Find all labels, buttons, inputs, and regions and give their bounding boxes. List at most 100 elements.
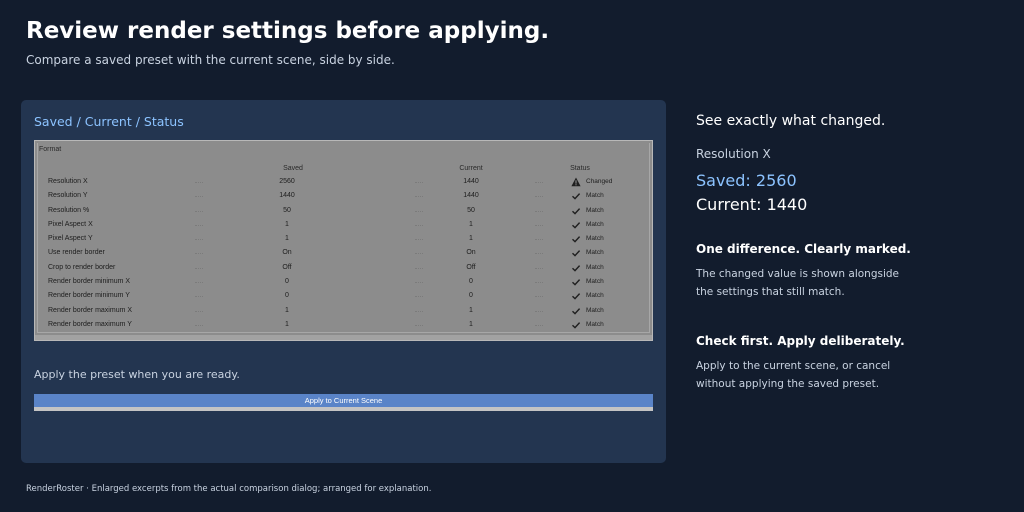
- saved-value: Saved: 2560: [696, 171, 797, 190]
- setting-name: Pixel Aspect X: [48, 220, 93, 228]
- status-cell: Match: [586, 235, 604, 243]
- apply-to-current-scene-button[interactable]: Apply to Current Scene: [34, 394, 653, 407]
- saved-cell: 1440: [279, 192, 295, 200]
- setting-name: Render border maximum Y: [48, 320, 132, 328]
- row-dot-separator: [195, 239, 203, 241]
- current-cell: 1440: [463, 192, 479, 200]
- current-cell: 1: [469, 306, 473, 314]
- settings-row: Render border maximum X 1 1 Match: [35, 305, 652, 319]
- row-dot-separator: [535, 310, 543, 312]
- current-cell: 1: [469, 320, 473, 328]
- row-dot-separator: [415, 267, 423, 269]
- current-cell: Off: [466, 263, 476, 271]
- row-dot-separator: [415, 210, 423, 212]
- group-label: Format: [39, 146, 62, 153]
- page-title: Review render settings before applying.: [26, 18, 550, 44]
- row-dot-separator: [535, 296, 543, 298]
- difference-body: The changed value is shown alongside the…: [696, 268, 899, 298]
- status-cell: Match: [586, 263, 604, 271]
- setting-name: Use render border: [48, 249, 105, 257]
- status-cell: Match: [586, 292, 604, 300]
- row-dot-separator: [535, 253, 543, 255]
- check-icon: [571, 291, 581, 301]
- apply-title: Check first. Apply deliberately.: [696, 334, 905, 348]
- settings-row: Render border minimum X 0 0 Match: [35, 276, 652, 290]
- difference-title: One difference. Clearly marked.: [696, 242, 911, 256]
- status-cell: Match: [586, 206, 604, 214]
- apply-caption: Apply the preset when you are ready.: [34, 368, 240, 381]
- check-icon: [571, 306, 581, 316]
- settings-row: Resolution X 2560 1440 Changed: [35, 176, 652, 190]
- row-dot-separator: [195, 253, 203, 255]
- check-icon: [571, 191, 581, 201]
- settings-row: Render border maximum Y 1 1 Match: [35, 319, 652, 333]
- side-heading: See exactly what changed.: [696, 113, 886, 129]
- saved-cell: Off: [282, 263, 292, 271]
- row-dot-separator: [535, 196, 543, 198]
- row-dot-separator: [535, 324, 543, 326]
- saved-cell: 1: [285, 235, 289, 243]
- comparison-dialog: Format Saved Current Status Resolution X…: [34, 140, 653, 341]
- status-cell: Match: [586, 249, 604, 257]
- saved-cell: 1: [285, 220, 289, 228]
- saved-cell: 2560: [279, 178, 295, 185]
- row-dot-separator: [195, 310, 203, 312]
- row-dot-separator: [415, 296, 423, 298]
- row-dot-separator: [535, 282, 543, 284]
- row-dot-separator: [195, 324, 203, 326]
- column-header-current: Current: [459, 165, 483, 172]
- warning-icon: [571, 177, 581, 187]
- status-cell: Changed: [586, 178, 613, 185]
- status-cell: Match: [586, 192, 604, 200]
- saved-cell: 1: [285, 306, 289, 314]
- column-header-status: Status: [570, 165, 590, 172]
- status-cell: Match: [586, 220, 604, 228]
- setting-name: Pixel Aspect Y: [48, 235, 93, 243]
- row-dot-separator: [535, 239, 543, 241]
- row-dot-separator: [195, 224, 203, 226]
- comparison-panel: Saved / Current / Status Format Saved Cu…: [21, 100, 666, 463]
- check-icon: [571, 277, 581, 287]
- row-dot-separator: [535, 267, 543, 269]
- settings-row: Render border minimum Y 0 0 Match: [35, 290, 652, 304]
- row-dot-separator: [195, 182, 203, 183]
- settings-row: Resolution Y 1440 1440 Match: [35, 190, 652, 204]
- settings-rows: Resolution X 2560 1440 Changed Resolution Y 1…: [35, 176, 652, 333]
- row-dot-separator: [535, 224, 543, 226]
- setting-name: Resolution Y: [48, 192, 88, 200]
- row-dot-separator: [415, 182, 423, 183]
- saved-cell: 50: [283, 206, 291, 214]
- saved-cell: 1: [285, 320, 289, 328]
- setting-name: Resolution %: [48, 206, 90, 214]
- current-cell: 0: [469, 278, 473, 286]
- apply-body: Apply to the current scene, or cancel wi…: [696, 360, 891, 390]
- row-dot-separator: [415, 253, 423, 255]
- setting-name: Crop to render border: [48, 263, 116, 271]
- setting-name: Resolution X: [48, 178, 88, 185]
- row-dot-separator: [415, 224, 423, 226]
- saved-cell: 0: [285, 292, 289, 300]
- panel-heading: Saved / Current / Status: [34, 114, 184, 129]
- row-dot-separator: [535, 210, 543, 212]
- setting-label: Resolution X: [696, 147, 771, 161]
- page-subtitle: Compare a saved preset with the current …: [26, 53, 395, 67]
- current-cell: 0: [469, 292, 473, 300]
- check-icon: [571, 220, 581, 230]
- row-dot-separator: [415, 310, 423, 312]
- current-cell: 1440: [463, 178, 479, 185]
- row-dot-separator: [415, 324, 423, 326]
- row-dot-separator: [535, 182, 543, 183]
- status-cell: Match: [586, 278, 604, 286]
- apply-button-shadow: [34, 407, 653, 411]
- check-icon: [571, 234, 581, 244]
- column-header-saved: Saved: [283, 165, 303, 172]
- settings-row: Pixel Aspect X 1 1 Match: [35, 219, 652, 233]
- row-dot-separator: [195, 196, 203, 198]
- saved-cell: 0: [285, 278, 289, 286]
- settings-row: Crop to render border Off Off Match: [35, 262, 652, 276]
- check-icon: [571, 263, 581, 273]
- check-icon: [571, 320, 581, 330]
- current-cell: On: [466, 249, 476, 257]
- row-dot-separator: [415, 196, 423, 198]
- row-dot-separator: [195, 267, 203, 269]
